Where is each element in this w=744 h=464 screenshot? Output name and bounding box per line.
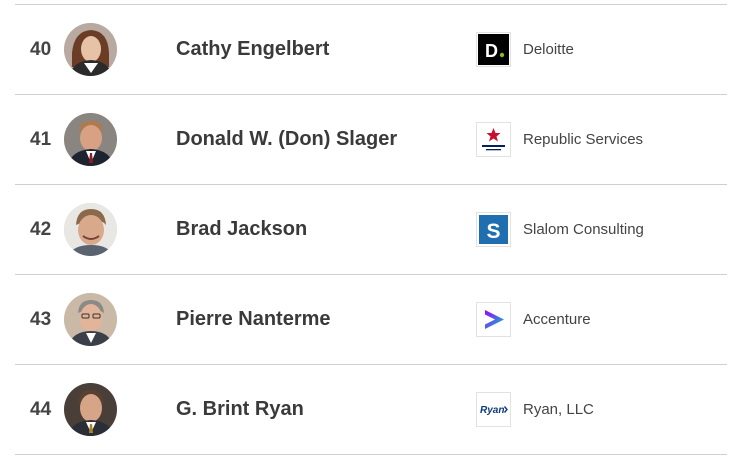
- avatar: [64, 23, 117, 76]
- person-name[interactable]: G. Brint Ryan: [176, 365, 304, 454]
- svg-text:D: D: [485, 41, 498, 61]
- accenture-logo-icon: [476, 302, 511, 337]
- rank-number: 42: [30, 219, 52, 240]
- avatar: [64, 293, 117, 346]
- avatar: [64, 113, 117, 166]
- company-name[interactable]: Republic Services: [523, 95, 643, 184]
- deloitte-logo-icon: D: [476, 32, 511, 67]
- rank-number: 43: [30, 309, 52, 330]
- rank-number: 40: [30, 39, 52, 60]
- company-name[interactable]: Ryan, LLC: [523, 365, 594, 454]
- company-name[interactable]: Accenture: [523, 275, 591, 364]
- list-item[interactable]: 41 Donald W. (Don) Slager Republic Servi…: [15, 95, 727, 185]
- rank-number: 41: [30, 129, 52, 150]
- ryan-logo-icon: Ryan: [476, 392, 511, 427]
- ranking-list: 40 Cathy Engelbert D Deloitte 41 Donald …: [15, 4, 727, 455]
- person-name[interactable]: Donald W. (Don) Slager: [176, 95, 397, 184]
- avatar: [64, 203, 117, 256]
- republic-services-logo-icon: [476, 122, 511, 157]
- svg-text:Ryan: Ryan: [480, 405, 504, 416]
- list-item[interactable]: 44 G. Brint Ryan Ryan Ryan, LLC: [15, 365, 727, 455]
- company-name[interactable]: Slalom Consulting: [523, 185, 644, 274]
- person-name[interactable]: Pierre Nanterme: [176, 275, 331, 364]
- person-name[interactable]: Cathy Engelbert: [176, 5, 329, 94]
- rank-number: 44: [30, 399, 52, 420]
- company-name[interactable]: Deloitte: [523, 5, 574, 94]
- person-name[interactable]: Brad Jackson: [176, 185, 307, 274]
- list-item[interactable]: 42 Brad Jackson S Slalom Consulting: [15, 185, 727, 275]
- svg-text:S: S: [487, 220, 501, 243]
- list-item[interactable]: 43 Pierre Nanterme Accenture: [15, 275, 727, 365]
- list-item[interactable]: 40 Cathy Engelbert D Deloitte: [15, 5, 727, 95]
- avatar: [64, 383, 117, 436]
- slalom-logo-icon: S: [476, 212, 511, 247]
